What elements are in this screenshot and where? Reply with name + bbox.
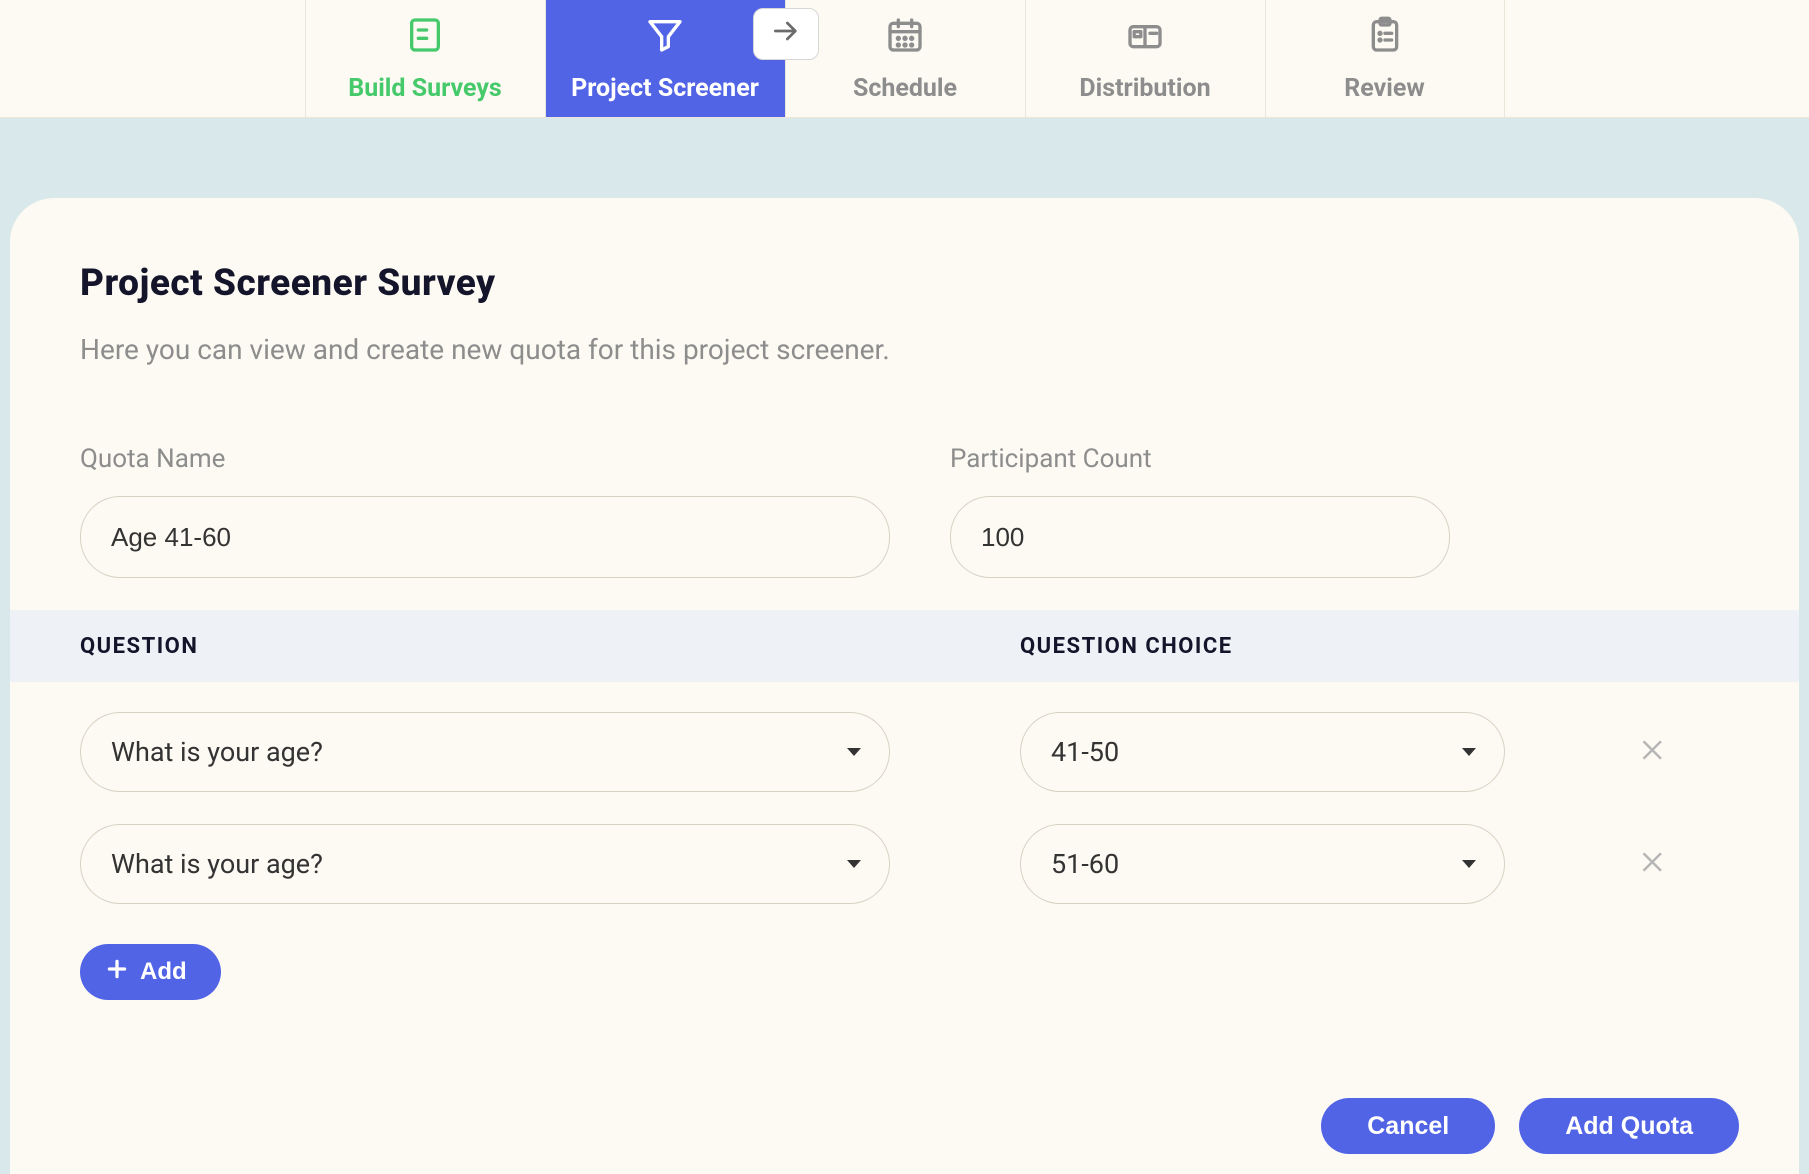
remove-row-button[interactable] xyxy=(1639,847,1669,881)
quota-name-input[interactable] xyxy=(80,496,890,578)
page-subtitle: Here you can view and create new quota f… xyxy=(80,333,1729,366)
tab-review[interactable]: Review xyxy=(1265,0,1505,117)
criteria-rows: What is your age? 41-50 What is your age… xyxy=(10,682,1799,904)
choice-select[interactable]: 41-50 xyxy=(1020,712,1505,792)
tab-project-screener[interactable]: Project Screener xyxy=(545,0,785,117)
caret-down-icon xyxy=(1462,860,1476,868)
participant-count-input[interactable] xyxy=(950,496,1450,578)
close-icon xyxy=(1639,750,1669,769)
top-nav: Build Surveys Project Screener xyxy=(0,0,1809,118)
tab-label: Project Screener xyxy=(571,74,759,103)
question-select[interactable]: What is your age? xyxy=(80,712,890,792)
choice-select-value: 41-50 xyxy=(1051,736,1119,768)
cancel-button[interactable]: Cancel xyxy=(1321,1098,1495,1154)
tab-strip: Build Surveys Project Screener xyxy=(305,0,1505,117)
remove-row-button[interactable] xyxy=(1639,735,1669,769)
question-select-value: What is your age? xyxy=(111,848,323,880)
funnel-icon xyxy=(645,15,685,62)
quota-name-field: Quota Name xyxy=(80,444,890,578)
question-select-value: What is your age? xyxy=(111,736,323,768)
tab-label: Distribution xyxy=(1079,74,1210,103)
criteria-row: What is your age? 41-50 xyxy=(80,712,1729,792)
close-icon xyxy=(1639,862,1669,881)
tab-label: Review xyxy=(1344,74,1425,103)
caret-down-icon xyxy=(1462,748,1476,756)
criteria-table-header: QUESTION QUESTION CHOICE xyxy=(10,610,1799,682)
quota-name-label: Quota Name xyxy=(80,444,890,474)
choice-select-value: 51-60 xyxy=(1051,848,1119,880)
footer-actions: Cancel Add Quota xyxy=(1321,1098,1739,1154)
add-quota-button[interactable]: Add Quota xyxy=(1519,1098,1739,1154)
caret-down-icon xyxy=(847,860,861,868)
calendar-icon xyxy=(885,15,925,62)
choice-select[interactable]: 51-60 xyxy=(1020,824,1505,904)
add-row-label: Add xyxy=(140,958,187,986)
add-row-button[interactable]: Add xyxy=(80,944,221,1000)
mailbox-icon xyxy=(1125,15,1165,62)
tab-schedule[interactable]: Schedule xyxy=(785,0,1025,117)
participant-count-label: Participant Count xyxy=(950,444,1450,474)
tab-label: Schedule xyxy=(853,74,957,103)
main-card: Project Screener Survey Here you can vie… xyxy=(10,198,1799,1174)
clipboard-icon xyxy=(1365,15,1405,62)
column-header-question: QUESTION xyxy=(80,634,1020,659)
plus-icon xyxy=(104,956,130,989)
column-header-choice: QUESTION CHOICE xyxy=(1020,634,1233,659)
participant-count-field: Participant Count xyxy=(950,444,1450,578)
tab-distribution[interactable]: Distribution xyxy=(1025,0,1265,117)
criteria-row: What is your age? 51-60 xyxy=(80,824,1729,904)
arrow-right-icon xyxy=(770,15,802,54)
page-title: Project Screener Survey xyxy=(80,262,1729,305)
next-step-badge[interactable] xyxy=(753,8,819,60)
caret-down-icon xyxy=(847,748,861,756)
tab-label: Build Surveys xyxy=(348,74,502,103)
question-select[interactable]: What is your age? xyxy=(80,824,890,904)
tab-build-surveys[interactable]: Build Surveys xyxy=(305,0,545,117)
quota-form-row: Quota Name Participant Count xyxy=(80,444,1729,578)
document-icon xyxy=(405,15,445,62)
